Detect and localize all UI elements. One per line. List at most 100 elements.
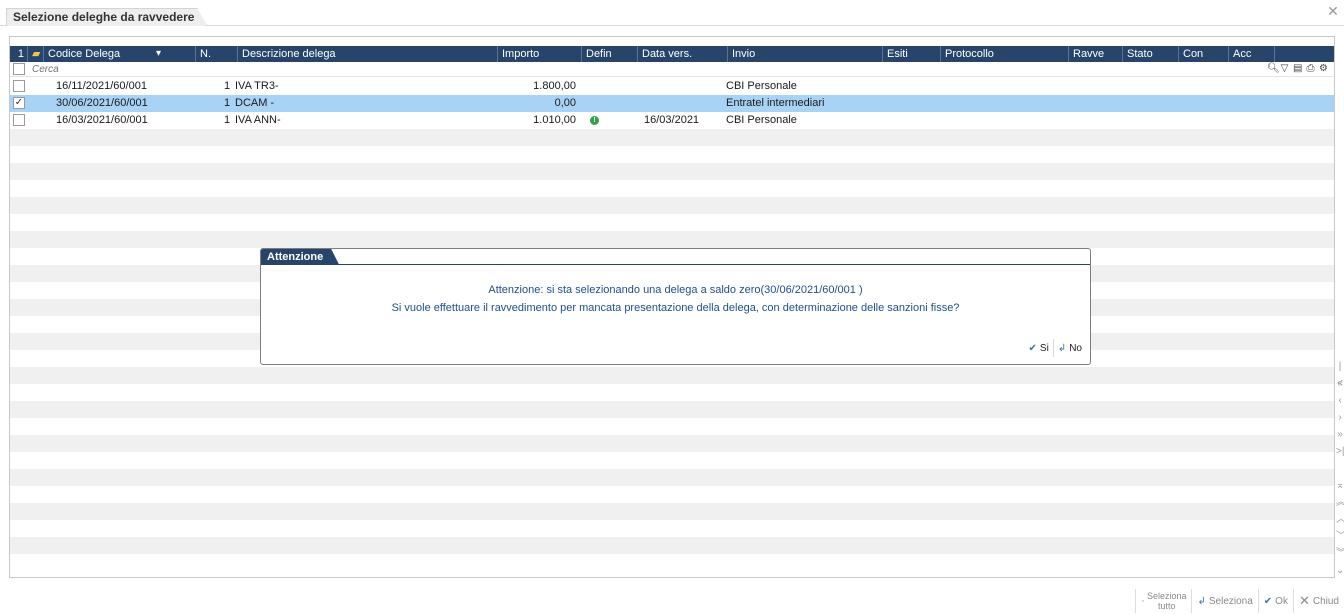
table-row[interactable]: ✓ 30/06/2021/60/001 1 DCAM - 0,00 Entratel in… <box>10 95 1334 112</box>
dialog-title-line <box>261 264 1090 265</box>
column-header-defin[interactable]: Defin <box>582 46 638 62</box>
window-title-bar: Selezione deleghe da ravvedere ✕ <box>0 0 1344 26</box>
empty-row <box>10 163 1334 180</box>
empty-row <box>10 520 1334 537</box>
ok-label: Ok <box>1275 595 1288 607</box>
yes-label: Si <box>1039 342 1049 354</box>
settings-icon[interactable]: ⚙ <box>1319 63 1328 76</box>
empty-row <box>10 180 1334 197</box>
select-all-line2: tutto <box>1157 601 1176 611</box>
return-arrow-icon: ↲ <box>1197 595 1206 607</box>
up-fast-icon[interactable]: ︽ <box>1336 494 1344 511</box>
next-icon[interactable]: › <box>1336 409 1344 426</box>
empty-row <box>10 554 1334 571</box>
cell-codice: 30/06/2021/60/001 <box>56 97 148 109</box>
close-button[interactable]: ✕ Chiud <box>1292 589 1344 613</box>
cell-importo: 1.010,00 <box>533 114 576 126</box>
sort-dropdown-icon[interactable]: ▾ <box>156 46 161 62</box>
column-header-ravve[interactable]: Ravve <box>1069 46 1123 62</box>
cell-datavers <box>644 95 724 112</box>
check-icon: ✔ <box>1263 595 1273 607</box>
check-icon: ✔ <box>1028 342 1037 354</box>
empty-row <box>10 537 1334 554</box>
top-icon[interactable]: ⌅ <box>1336 477 1344 494</box>
first-page-icon[interactable]: |< <box>1336 358 1344 389</box>
window-title: Selezione deleghe da ravvedere <box>6 8 207 26</box>
next-fast-icon[interactable]: » <box>1336 426 1344 443</box>
cell-codice: 16/03/2021/60/001 <box>56 114 148 126</box>
column-header-con[interactable]: Con <box>1179 46 1229 62</box>
close-icon[interactable]: ✕ <box>1326 4 1340 18</box>
cell-invio: Entratel intermediari <box>726 97 825 109</box>
select-all-label: Seleziona tutto <box>1147 591 1187 611</box>
export-icon[interactable]: ▤ <box>1293 63 1302 76</box>
empty-row <box>10 384 1334 401</box>
empty-row <box>10 214 1334 231</box>
print-icon[interactable]: ⎙ <box>1306 63 1315 76</box>
ok-button[interactable]: ✔ Ok <box>1257 589 1293 613</box>
yes-button[interactable]: ✔ Si <box>1025 339 1053 357</box>
empty-row <box>10 129 1334 146</box>
cell-n: 1 <box>224 97 231 109</box>
close-label: Chiud <box>1312 595 1339 607</box>
select-button[interactable]: ↲ Seleziona <box>1191 589 1257 613</box>
down-icon[interactable]: ﹀ <box>1336 528 1344 545</box>
select-label: Seleziona <box>1208 595 1253 607</box>
cell-codice: 16/11/2021/60/001 <box>56 80 147 92</box>
empty-row <box>10 418 1334 435</box>
cell-n: 1 <box>224 114 231 126</box>
select-all-line1: Seleziona <box>1146 591 1187 601</box>
column-header-invio[interactable]: Invio <box>728 46 883 62</box>
cell-datavers <box>644 78 724 95</box>
column-header-stato[interactable]: Stato <box>1123 46 1179 62</box>
empty-row <box>10 469 1334 486</box>
column-header-importo[interactable]: Importo <box>498 46 582 62</box>
return-arrow-icon: ↲ <box>1057 342 1067 354</box>
cell-n: 1 <box>224 80 231 92</box>
empty-row <box>10 503 1334 520</box>
column-header-num[interactable]: 1 <box>10 46 28 62</box>
table-row[interactable]: 16/11/2021/60/001 1 IVA TR3- 1.800,00 CBI Pe… <box>10 78 1334 95</box>
filter-icon[interactable]: ▽ <box>1280 63 1289 76</box>
column-header-datavers[interactable]: Data vers. <box>638 46 728 62</box>
row-navigator: |< « ‹ › » >| ⌅ ︽ ︿ ﹀ ︾ ⌄ <box>1336 358 1344 579</box>
defin-status-icon: ! <box>590 116 599 125</box>
grid-tools: 🔍︎ ▽ ▤ ⎙ ⚙ <box>1267 63 1328 76</box>
no-label: No <box>1069 342 1082 354</box>
column-header-protocollo[interactable]: Protocollo <box>941 46 1069 62</box>
dialog-message-line-1: Attenzione: si sta selezionando una dele… <box>488 284 863 296</box>
select-all-checkbox[interactable] <box>13 63 25 75</box>
down-fast-icon[interactable]: ︾ <box>1336 545 1344 562</box>
prev-icon[interactable]: ‹ <box>1336 392 1344 409</box>
bottom-icon[interactable]: ⌄ <box>1336 562 1344 579</box>
column-header-acc[interactable]: Acc <box>1229 46 1275 62</box>
row-checkbox[interactable] <box>13 80 25 92</box>
prev-fast-icon[interactable]: « <box>1336 375 1344 392</box>
cell-importo: 1.800,00 <box>533 80 576 92</box>
select-all-icon: ◦ <box>1141 597 1144 605</box>
no-button[interactable]: ↲ No <box>1052 339 1086 357</box>
empty-row <box>10 401 1334 418</box>
dialog-buttons: ✔ Si ↲ No <box>1025 339 1086 357</box>
cell-invio: CBI Personale <box>726 80 797 92</box>
cell-descr: IVA TR3- <box>235 80 279 92</box>
column-header-esiti[interactable]: Esiti <box>883 46 941 62</box>
close-icon: ✕ <box>1298 593 1310 608</box>
last-page-icon[interactable]: >| <box>1336 443 1344 460</box>
search-icon[interactable]: 🔍︎ <box>1267 63 1280 76</box>
grid-search-input[interactable] <box>32 63 532 76</box>
table-row[interactable]: 16/03/2021/60/001 1 IVA ANN- 1.010,00 16/03/… <box>10 112 1334 129</box>
column-header-n[interactable]: N. <box>196 46 238 62</box>
column-header-descr[interactable]: Descrizione delega <box>238 46 498 62</box>
row-checkbox[interactable] <box>13 114 25 126</box>
column-header-codice[interactable]: Codice Delega <box>44 46 196 62</box>
empty-row <box>10 231 1334 248</box>
cell-datavers: 16/03/2021 <box>644 114 700 126</box>
empty-row <box>10 435 1334 452</box>
cell-importo: 0,00 <box>554 97 576 109</box>
row-checkbox[interactable]: ✓ <box>13 97 25 109</box>
folder-icon[interactable]: ▰ <box>28 46 44 62</box>
select-all-button[interactable]: ◦ Seleziona tutto <box>1135 589 1191 613</box>
empty-row <box>10 146 1334 163</box>
up-icon[interactable]: ︿ <box>1336 511 1344 528</box>
